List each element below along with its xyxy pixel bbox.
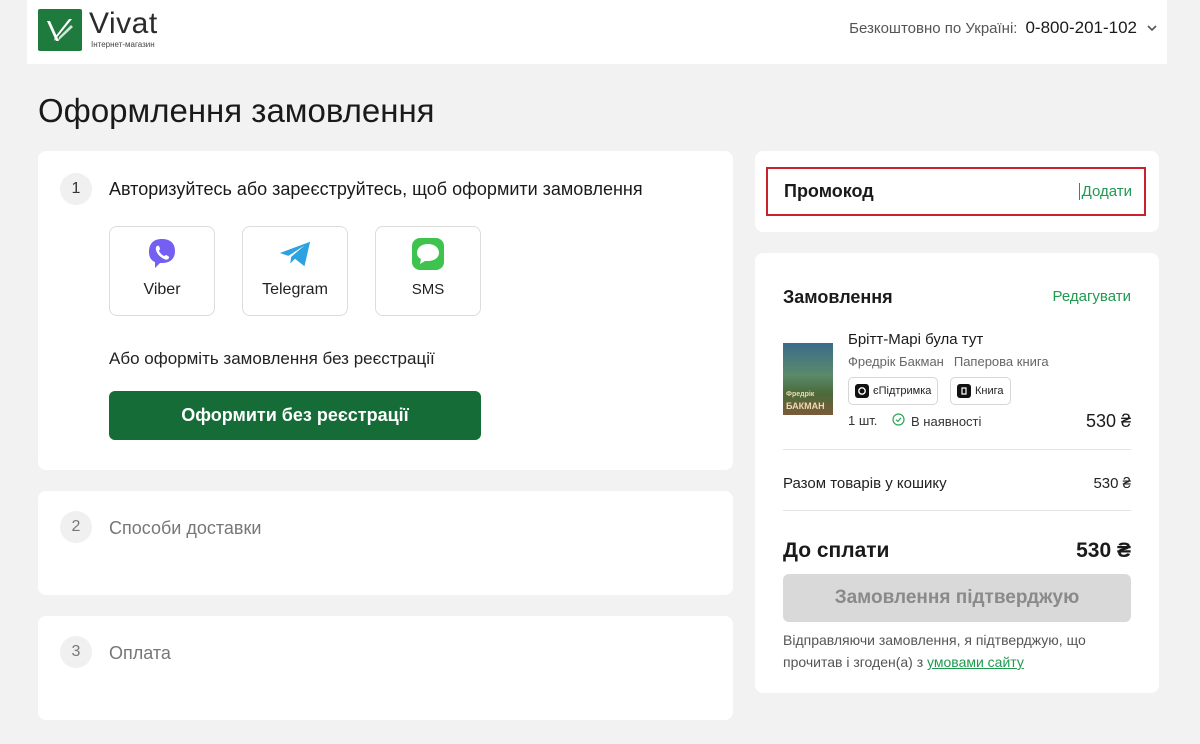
guest-checkout-button[interactable]: Оформити без реєстрації xyxy=(109,391,481,440)
logo-tagline: Інтернет-магазин xyxy=(91,40,155,49)
divider xyxy=(783,449,1131,450)
book-tag-icon xyxy=(957,384,971,398)
item-meta: Фредрік Бакман Паперова книга xyxy=(848,354,1049,369)
promo-add-link[interactable]: Додати xyxy=(1078,183,1132,200)
telegram-label: Telegram xyxy=(262,281,328,298)
viber-icon xyxy=(145,237,179,271)
step-number: 1 xyxy=(60,173,92,205)
total-value: 530 ₴ xyxy=(1076,539,1131,562)
confirm-order-button[interactable]: Замовлення підтверджую xyxy=(783,574,1131,622)
sms-login-button[interactable]: SMS xyxy=(375,226,481,316)
item-quantity: 1 шт. xyxy=(848,413,878,428)
viber-login-button[interactable]: Viber xyxy=(109,226,215,316)
tag-label: єПідтримка xyxy=(873,385,932,397)
step-title: Способи доставки xyxy=(109,518,262,538)
total-label: До сплати xyxy=(783,539,890,562)
step-number: 3 xyxy=(60,636,92,668)
cover-surname-text: БАКМАН xyxy=(786,401,825,411)
book-cover-image[interactable]: Фредрік БАКМАН xyxy=(783,343,833,415)
order-title: Замовлення xyxy=(783,287,893,307)
sms-icon xyxy=(411,237,445,271)
subtotal-value: 530 ₴ xyxy=(1093,475,1131,492)
hotline-number[interactable]: 0-800-201-102 xyxy=(1025,18,1137,38)
order-summary-card: Замовлення Редагувати Фредрік БАКМАН Брі… xyxy=(755,253,1159,693)
logo-wordmark: Vivat xyxy=(89,7,158,40)
item-price: 530 ₴ xyxy=(1085,411,1131,431)
vivat-logo-mark-icon xyxy=(38,9,82,51)
stock-label: В наявності xyxy=(911,413,982,429)
viber-label: Viber xyxy=(143,281,181,298)
step-auth-card: 1 Авторизуйтесь або зареєструйтесь, щоб … xyxy=(38,151,733,470)
tag-book: Книга xyxy=(950,377,1011,405)
promo-label: Промокод xyxy=(784,181,874,201)
page-title: Оформлення замовлення xyxy=(38,92,435,129)
telegram-icon xyxy=(278,237,312,271)
site-header: Vivat Інтернет-магазин Безкоштовно по Ук… xyxy=(27,0,1167,64)
step-number: 2 xyxy=(60,511,92,543)
chevron-down-icon[interactable] xyxy=(1147,21,1157,35)
terms-note: Відправляючи замовлення, я підтверджую, … xyxy=(783,629,1133,673)
step-title: Авторизуйтесь або зареєструйтесь, щоб оф… xyxy=(109,179,643,199)
stock-status: В наявності xyxy=(892,413,981,429)
divider xyxy=(783,510,1131,511)
hotline[interactable]: Безкоштовно по Україні: 0-800-201-102 xyxy=(849,18,1157,38)
step-title: Оплата xyxy=(109,643,171,663)
terms-link[interactable]: умовами сайту xyxy=(927,654,1024,670)
promo-code-row[interactable]: Промокод Додати xyxy=(766,167,1146,216)
tag-label: Книга xyxy=(975,385,1004,397)
item-format: Паперова книга xyxy=(953,354,1049,369)
vivat-logo[interactable]: Vivat Інтернет-магазин xyxy=(38,9,158,51)
item-author: Фредрік Бакман xyxy=(848,354,944,369)
tag-epidtrymka: єПідтримка xyxy=(848,377,939,405)
promo-card: Промокод Додати xyxy=(755,151,1159,232)
edit-order-link[interactable]: Редагувати xyxy=(1053,288,1132,305)
guest-checkout-text: Або оформіть замовлення без реєстрації xyxy=(109,349,435,368)
cover-author-text: Фредрік xyxy=(786,391,815,398)
hotline-label: Безкоштовно по Україні: xyxy=(849,19,1018,37)
epidtrymka-icon xyxy=(855,384,869,398)
subtotal-label: Разом товарів у кошику xyxy=(783,475,947,492)
step-delivery-card[interactable]: 2 Способи доставки xyxy=(38,491,733,595)
step-payment-card[interactable]: 3 Оплата xyxy=(38,616,733,720)
check-circle-icon xyxy=(892,413,905,429)
telegram-login-button[interactable]: Telegram xyxy=(242,226,348,316)
sms-label: SMS xyxy=(411,281,445,298)
item-title[interactable]: Брітт-Марі була тут xyxy=(848,331,983,348)
